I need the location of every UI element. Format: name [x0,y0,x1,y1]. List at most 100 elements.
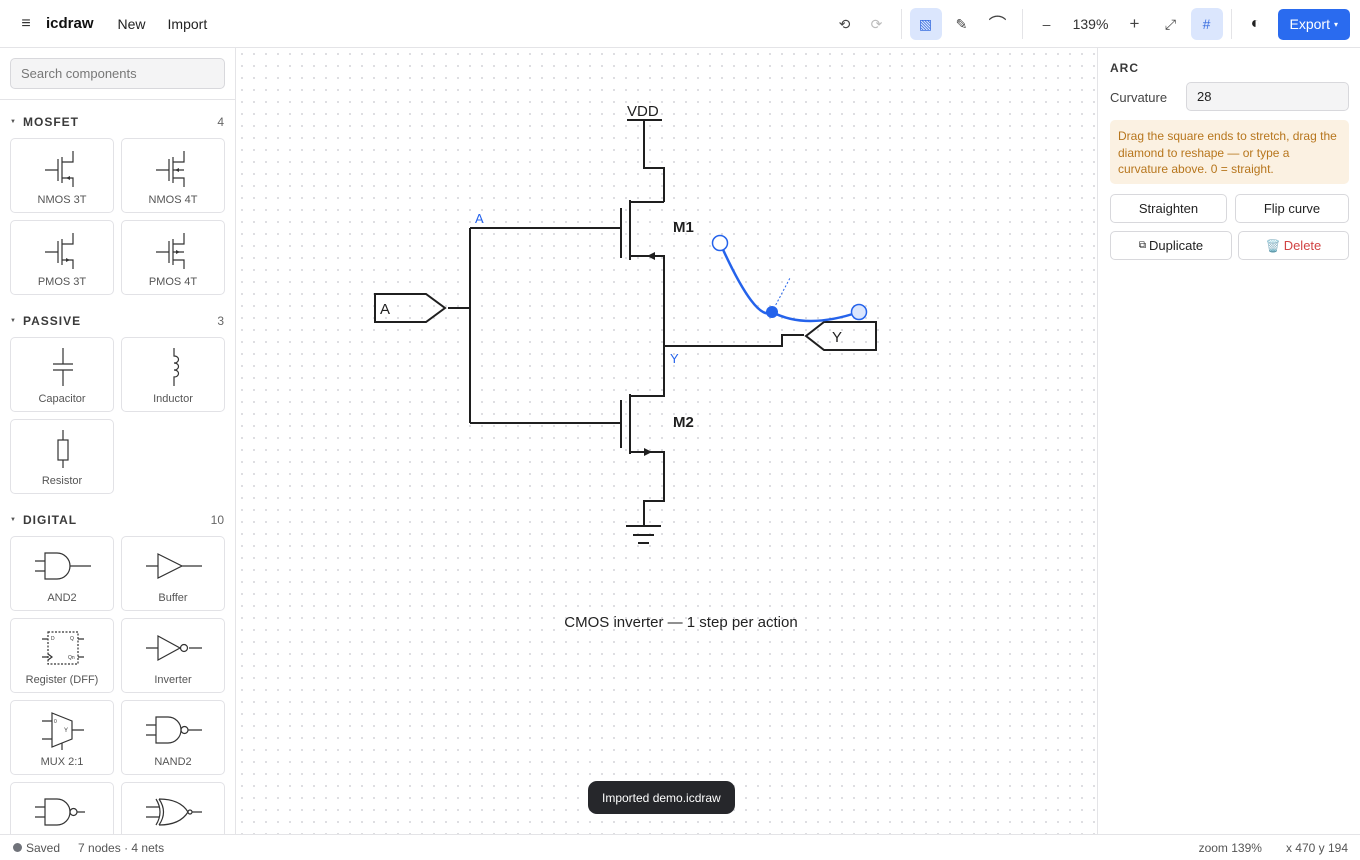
buffer-icon [146,553,202,579]
net-y-label: Y [670,351,679,366]
fit-view-icon[interactable]: ⤢ [1155,8,1187,40]
component-inverter[interactable]: Inverter [121,618,225,693]
category-digital[interactable]: ▼ DIGITAL 10 [10,512,224,528]
svg-text:Q: Q [70,636,74,642]
duplicate-button[interactable]: ⧉ Duplicate [1110,231,1232,260]
component-resistor[interactable]: Resistor [10,419,114,494]
component-nmos-4t[interactable]: NMOS 4T [121,138,225,213]
gate-net-a [448,227,621,424]
svg-text:Y: Y [64,728,68,734]
and-gate-icon [35,552,91,580]
export-label: Export [1289,16,1330,32]
m2-label: M2 [673,414,694,431]
straighten-button[interactable]: Straighten [1110,194,1227,223]
duplicate-icon: ⧉ [1138,240,1146,251]
toolbar-divider [1230,9,1232,39]
net-a-label: A [475,211,484,226]
xor-gate-icon [146,798,202,826]
schematic-canvas[interactable]: VDD M1 M2 A Y A Y CMOS inverter — 1 step… [236,48,1097,834]
save-status-dot [13,843,22,852]
arc-start-handle [711,234,729,252]
m1-terminals [630,201,665,346]
category-count: 10 [210,513,224,527]
port-y-label: Y [832,329,842,346]
curvature-input[interactable] [1186,82,1349,111]
node-net-count: 7 nodes · 4 nets [78,840,165,855]
component-mux[interactable]: 0 Y MUX 2:1 [10,700,114,775]
pmos-3t-icon [45,233,74,269]
undo-icon[interactable]: ⟲ [829,8,861,40]
category-mosfet[interactable]: ▼ MOSFET 4 [10,114,224,130]
component-register[interactable]: D Q Qn Register (DFF) [10,618,114,693]
select-tool-icon[interactable]: ▧ [909,8,942,40]
new-button[interactable]: New [118,16,146,32]
arc-tool-icon[interactable]: ⌒ [982,8,1014,40]
delete-button[interactable]: 🗑️ Delete [1238,231,1349,260]
flip-curve-button[interactable]: Flip curve [1235,194,1349,223]
status-bar: Saved 7 nodes · 4 nets zoom 139% x 470 y… [0,834,1360,860]
app-title: icdraw [46,15,94,32]
component-label: Inverter [154,674,192,686]
zoom-in-icon[interactable]: + [1119,8,1151,40]
collapse-icon: ▼ [10,517,16,523]
m2-source [630,451,665,526]
component-nand2[interactable]: NAND2 [121,700,225,775]
category-name: PASSIVE [23,314,82,328]
duplicate-label: Duplicate [1148,238,1204,253]
component-buffer[interactable]: Buffer [121,536,225,611]
component-label: Register (DFF) [25,674,99,686]
component-label: PMOS 4T [148,276,198,288]
gate-icon [35,798,85,826]
component-and2[interactable]: AND2 [10,536,114,611]
export-button[interactable]: Export ▾ [1277,8,1350,40]
vdd-label: VDD [627,103,659,120]
toolbar-divider [1021,9,1023,39]
pen-tool-icon[interactable]: ✎ [946,8,978,40]
component-pmos-4t[interactable]: PMOS 4T [121,220,225,295]
component-label: Capacitor [38,393,86,405]
register-icon: D Q Qn [42,631,84,665]
category-passive[interactable]: ▼ PASSIVE 3 [10,313,224,329]
component-label: AND2 [47,592,77,604]
category-name: MOSFET [23,115,79,129]
zoom-out-icon[interactable]: – [1031,8,1063,40]
m2-arrow [644,448,652,456]
component-xor-partial[interactable] [121,782,225,834]
canvas-caption: CMOS inverter — 1 step per action [564,614,797,631]
import-button[interactable]: Import [168,16,208,32]
toolbar-divider [900,9,902,39]
component-label: Inductor [153,393,193,405]
status-right: zoom 139% x 470 y 194 [1199,841,1348,855]
component-nor2-partial[interactable] [10,782,114,834]
curvature-label: Curvature [1110,90,1168,105]
component-library: ▼ MOSFET 4 NMOS 3T NMOS 4T PMOS 3T [0,48,236,834]
menu-icon[interactable]: ≡ [16,15,36,33]
ground-symbol [626,525,661,544]
top-toolbar: ≡ icdraw New Import ⟲ ⟳ ▧ ✎ ⌒ – 139% + ⤢… [0,0,1360,48]
component-capacitor[interactable]: Capacitor [10,337,114,412]
component-nmos-3t[interactable]: NMOS 3T [10,138,114,213]
wires [374,119,877,544]
m2-drain [630,346,665,397]
component-inductor[interactable]: Inductor [121,337,225,412]
component-label: NAND2 [154,756,192,768]
trash-icon: 🗑️ [1265,238,1281,253]
grid-toggle-icon[interactable]: # [1190,8,1223,40]
nand-gate-icon [146,716,202,744]
delete-label: Delete [1283,238,1322,253]
theme-toggle-icon[interactable]: ◐ [1240,8,1272,40]
component-pmos-3t[interactable]: PMOS 3T [10,220,114,295]
category-count: 4 [217,115,224,129]
nmos-3t-icon [45,151,74,187]
vdd-wire [643,120,665,202]
pmos-4t-icon [156,233,185,269]
redo-icon[interactable]: ⟳ [861,8,893,40]
cursor-coords: x 470 y 194 [1285,840,1348,855]
inverter-icon [146,634,202,662]
hint-box: Drag the square ends to stretch, drag th… [1110,120,1349,184]
properties-panel: ARC Curvature Drag the square ends to st… [1097,48,1360,834]
search-input[interactable] [10,58,225,89]
m1-arrow [647,252,655,260]
component-label: Resistor [41,475,83,487]
output-net-y [664,334,804,347]
